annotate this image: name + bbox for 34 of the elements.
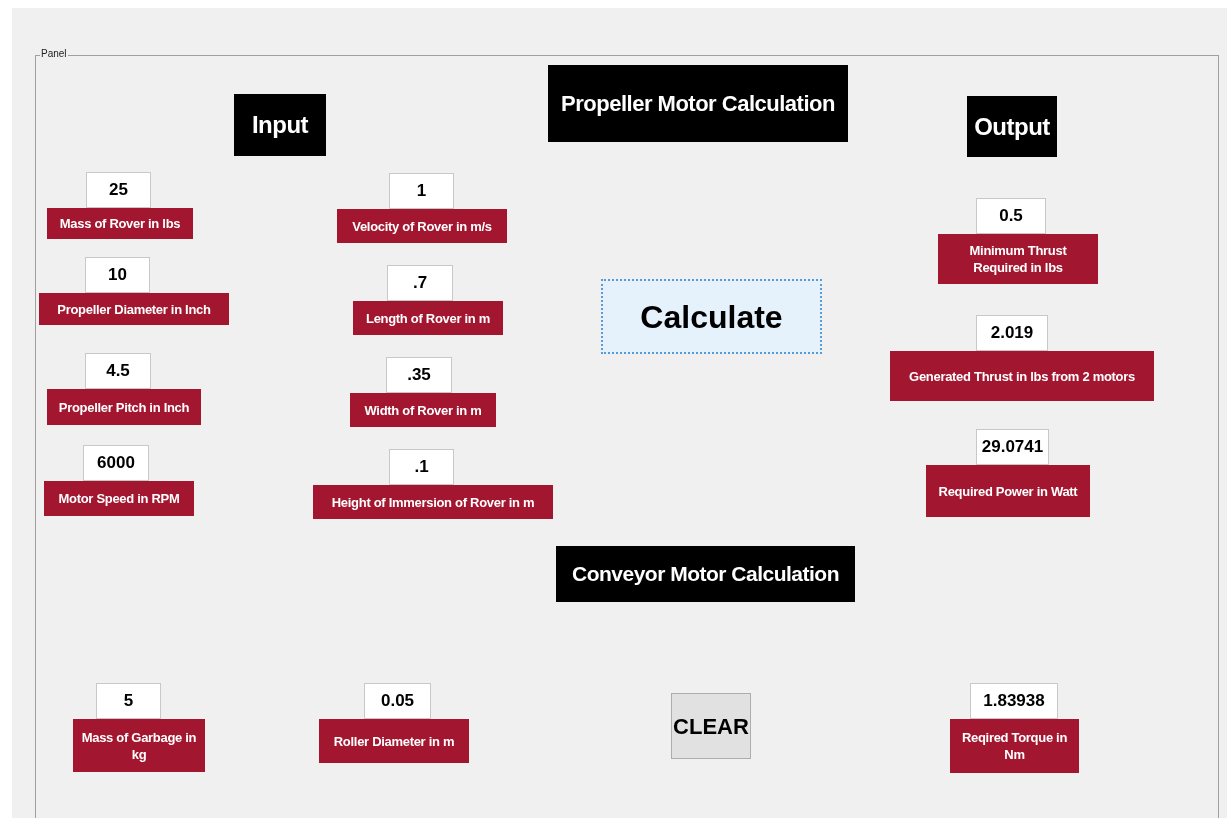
input-field[interactable]: .1 <box>389 449 454 485</box>
field-label: Width of Rover in m <box>350 393 496 427</box>
field-label: Mass of Rover in lbs <box>47 208 193 239</box>
clear-button[interactable]: CLEAR <box>671 693 751 759</box>
field-label: Height of Immersion of Rover in m <box>313 485 553 519</box>
section-heading: Output <box>967 96 1057 157</box>
input-field[interactable]: 0.05 <box>364 683 431 719</box>
output-field[interactable]: 0.5 <box>976 198 1046 234</box>
input-field[interactable]: 25 <box>86 172 151 208</box>
output-field[interactable]: 2.019 <box>976 315 1048 351</box>
field-label: Roller Diameter in m <box>319 719 469 763</box>
field-label: Motor Speed in RPM <box>44 481 194 516</box>
section-heading: Input <box>234 94 326 156</box>
input-field[interactable]: 5 <box>96 683 161 719</box>
field-label: Reqired Torque in Nm <box>950 719 1079 773</box>
input-field[interactable]: .7 <box>387 265 453 301</box>
input-field[interactable]: 4.5 <box>85 353 151 389</box>
calculate-button[interactable]: Calculate <box>601 279 822 354</box>
field-label: Minimum Thrust Required in lbs <box>938 234 1098 284</box>
field-label: Propeller Pitch in Inch <box>47 389 201 425</box>
section-heading: Propeller Motor Calculation <box>548 65 848 142</box>
input-field[interactable]: 10 <box>85 257 150 293</box>
field-label: Propeller Diameter in Inch <box>39 293 229 325</box>
field-label: Mass of Garbage in kg <box>73 719 205 772</box>
output-field[interactable]: 1.83938 <box>970 683 1058 719</box>
field-label: Velocity of Rover in m/s <box>337 209 507 243</box>
field-label: Generated Thrust in lbs from 2 motors <box>890 351 1154 401</box>
section-heading: Conveyor Motor Calculation <box>556 546 855 602</box>
input-field[interactable]: 6000 <box>83 445 149 481</box>
field-label: Length of Rover in m <box>353 301 503 335</box>
input-field[interactable]: 1 <box>389 173 454 209</box>
field-label: Required Power in Watt <box>926 465 1090 517</box>
output-field[interactable]: 29.0741 <box>976 429 1049 465</box>
input-field[interactable]: .35 <box>386 357 452 393</box>
